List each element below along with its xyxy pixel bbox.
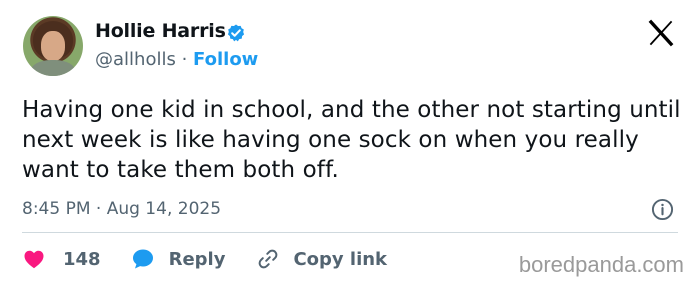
copy-link-label: Copy link bbox=[293, 248, 388, 270]
author-handle[interactable]: @allholls bbox=[95, 49, 176, 70]
like-count: 148 bbox=[63, 248, 101, 270]
avatar-face bbox=[41, 31, 65, 61]
info-icon[interactable] bbox=[651, 198, 674, 221]
like-button[interactable]: 148 bbox=[22, 247, 101, 271]
heart-icon bbox=[24, 250, 44, 269]
avatar-shirt bbox=[31, 60, 75, 76]
verified-badge-icon bbox=[227, 24, 245, 42]
copy-link-button[interactable]: Copy link bbox=[256, 247, 387, 271]
tweet-text: Having one kid in school, and the other … bbox=[22, 97, 681, 183]
avatar[interactable] bbox=[23, 16, 83, 76]
tweet-timestamp[interactable]: 8:45 PM · Aug 14, 2025 bbox=[22, 199, 221, 219]
reply-label: Reply bbox=[168, 248, 226, 270]
reply-button[interactable]: Reply bbox=[131, 247, 226, 271]
divider bbox=[22, 232, 678, 233]
author-meta: @allholls · Follow bbox=[95, 49, 258, 70]
action-bar: 148 Reply Copy link bbox=[22, 247, 387, 271]
speech-bubble-icon bbox=[132, 249, 153, 269]
meta-separator: · bbox=[181, 49, 188, 70]
tweet-card: Hollie Harris @allholls · Follow Having … bbox=[0, 0, 700, 287]
author-name[interactable]: Hollie Harris bbox=[95, 20, 226, 42]
link-icon bbox=[259, 249, 278, 269]
watermark: boredpanda.com bbox=[518, 252, 684, 277]
follow-button[interactable]: Follow bbox=[193, 49, 258, 70]
x-logo-icon[interactable] bbox=[646, 18, 676, 48]
